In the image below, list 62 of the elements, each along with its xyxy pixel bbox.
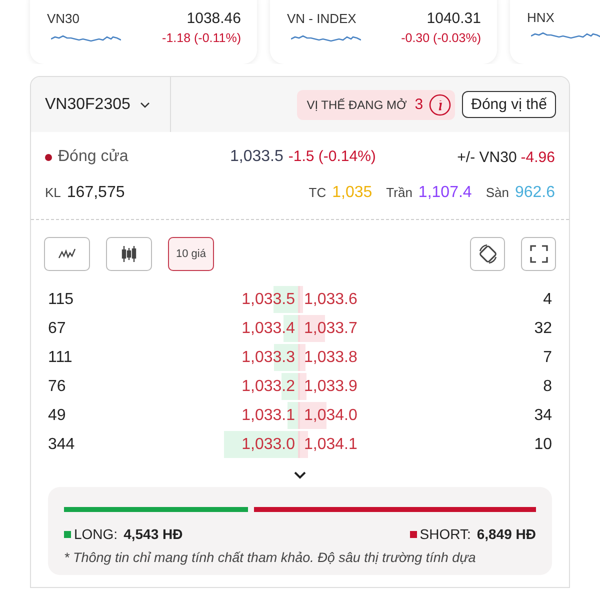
bid-volume: 344 [48, 436, 76, 454]
bid-price-cell: 1,033.0 [224, 431, 300, 458]
expand-chevron-icon [294, 471, 306, 479]
ceiling-label: Trần [386, 185, 412, 200]
bid-volume: 49 [48, 406, 67, 424]
ask-volume: 7 [542, 348, 552, 366]
ceiling-price: 1,107.4 [418, 184, 472, 202]
volume-value: 167,575 [66, 184, 125, 202]
legend-square-icon [64, 530, 71, 538]
long-value: 4,543 HĐ [124, 526, 183, 542]
candlestick-icon [121, 245, 137, 263]
bid-volume: 76 [48, 378, 67, 396]
ask-volume: 4 [542, 290, 552, 308]
bid-volume: 67 [48, 320, 67, 338]
short-value: 6,849 HĐ [476, 526, 536, 542]
index-value: 1038.46 [186, 10, 241, 27]
market-status: Đóng cửa [58, 148, 128, 166]
index-name: VN30 [47, 11, 80, 26]
index-change: -1.18 (-0.11%) [162, 31, 241, 45]
line-chart-icon [58, 248, 76, 260]
ask-volume: 34 [533, 406, 552, 424]
status-dot-icon [45, 154, 52, 160]
index-card[interactable]: VN30 1038.46 -1.18 (-0.11%) [30, 0, 257, 64]
fullscreen-button[interactable] [521, 237, 556, 271]
open-positions-label: VỊ THẾ ĐANG MỞ [306, 98, 407, 112]
ask-volume: 10 [533, 436, 552, 454]
reference-label: TC [308, 185, 326, 200]
index-change: -0.30 (-0.03%) [401, 31, 481, 45]
rotate-screen-icon [476, 243, 498, 265]
index-value: 1040.31 [426, 10, 481, 27]
volume-label: KL [45, 185, 61, 200]
close-position-button[interactable]: Đóng vị thế [462, 91, 556, 118]
ask-volume: 32 [533, 320, 552, 338]
open-positions-count: 3 [414, 96, 424, 113]
open-positions-badge[interactable]: VỊ THẾ ĐANG MỞ 3 [296, 90, 456, 120]
view-toggle[interactable] [106, 237, 152, 271]
disclaimer-text: * Thông tin chỉ mang tính chất tham khảo. Độ sâu thị trường tính dựa [64, 550, 477, 565]
view-toggle[interactable] [44, 237, 90, 271]
bid-volume: 111 [48, 348, 74, 366]
basis-label: +/- VN30 [457, 148, 517, 166]
floor-price: 962.6 [514, 184, 555, 202]
legend-square-icon [410, 530, 417, 538]
symbol-name: VN30F2305 [45, 96, 130, 114]
last-price: 1,033.5 [230, 148, 284, 166]
rotate-screen-button[interactable] [470, 237, 505, 271]
ask-volume: 8 [542, 378, 552, 396]
floor-label: Sàn [486, 185, 509, 200]
index-name: VN - INDEX [287, 11, 356, 26]
bid-volume: 115 [48, 290, 75, 308]
index-name: HNX [527, 10, 554, 25]
symbol-dropdown[interactable]: VN30F2305 [31, 77, 171, 132]
index-card[interactable]: HNX [510, 0, 600, 64]
price-change: -1.5 (-0.14%) [288, 148, 376, 165]
fullscreen-icon [530, 245, 548, 263]
info-icon [429, 94, 452, 116]
view-toggle[interactable]: 10 giá [168, 237, 214, 271]
basis-value: -4.96 [520, 148, 555, 166]
short-label: SHORT: [420, 526, 471, 542]
chevron-down-icon [140, 102, 150, 108]
index-card[interactable]: VN - INDEX 1040.31 -0.30 (-0.03%) [270, 0, 497, 64]
long-label: LONG: [74, 526, 118, 542]
reference-price: 1,035 [332, 184, 372, 202]
